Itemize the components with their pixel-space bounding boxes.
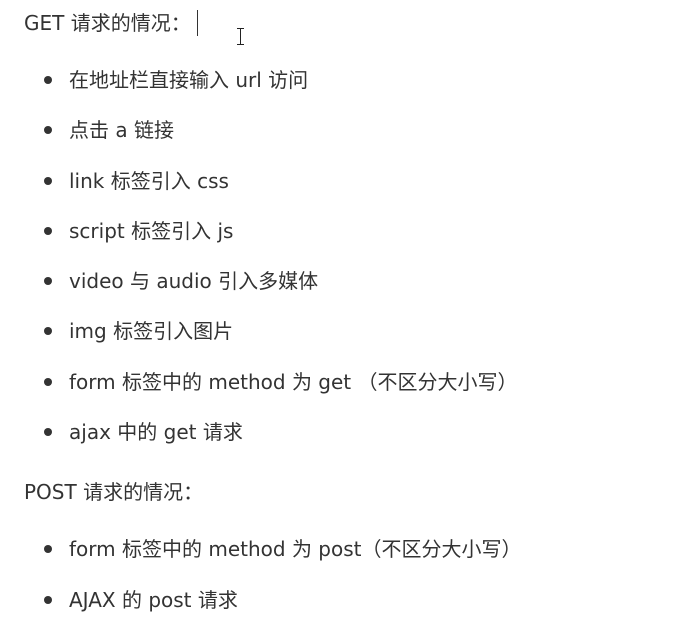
list-item-text: 点击 a 链接: [69, 118, 174, 143]
list-item-text: AJAX 的 post 请求: [69, 587, 238, 612]
list-item: AJAX 的 post 请求: [42, 586, 522, 637]
bullet-dot-icon: [44, 377, 52, 386]
ibeam-cursor-icon: [236, 28, 245, 45]
list-item: link 标签引入 css: [42, 167, 518, 217]
post-heading-text: POST 请求的情况：: [24, 480, 204, 504]
post-section-heading: POST 请求的情况：: [24, 478, 203, 506]
list-item: form 标签中的 method 为 get （不区分大小写）: [42, 368, 518, 418]
list-item-text: form 标签中的 method 为 post（不区分大小写）: [69, 537, 522, 561]
list-item: 点击 a 链接: [42, 116, 518, 166]
bullet-dot-icon: [44, 226, 52, 235]
list-item-text: link 标签引入 css: [69, 168, 229, 193]
bullet-dot-icon: [44, 327, 52, 336]
list-item: img 标签引入图片: [42, 317, 518, 367]
bullet-dot-icon: [44, 126, 52, 135]
list-item: script 标签引入 js: [42, 217, 518, 267]
get-heading-text: GET 请求的情况：: [24, 11, 191, 35]
list-item-text: script 标签引入 js: [69, 218, 234, 243]
list-item: ajax 中的 get 请求: [42, 418, 518, 468]
bullet-dot-icon: [44, 76, 52, 84]
bullet-dot-icon: [44, 595, 52, 604]
get-list: 在地址栏直接输入 url 访问 点击 a 链接 link 标签引入 css sc…: [42, 66, 518, 468]
list-item-text: ajax 中的 get 请求: [69, 420, 243, 445]
list-item-text: 在地址栏直接输入 url 访问: [69, 68, 309, 92]
post-list: form 标签中的 method 为 post（不区分大小写） AJAX 的 p…: [42, 535, 522, 636]
list-item-text: video 与 audio 引入多媒体: [69, 269, 319, 294]
bullet-dot-icon: [44, 277, 52, 286]
get-section-heading: GET 请求的情况：: [24, 9, 198, 38]
list-item: form 标签中的 method 为 post（不区分大小写）: [42, 535, 522, 586]
text-caret-icon: [196, 9, 198, 36]
list-item: 在地址栏直接输入 url 访问: [42, 66, 518, 116]
list-item-text: form 标签中的 method 为 get （不区分大小写）: [69, 369, 518, 394]
list-item: video 与 audio 引入多媒体: [42, 267, 518, 317]
bullet-dot-icon: [44, 545, 52, 553]
document-body[interactable]: GET 请求的情况： 在地址栏直接输入 url 访问 点击 a 链接 link …: [0, 0, 699, 637]
list-item-text: img 标签引入图片: [69, 319, 234, 344]
bullet-dot-icon: [44, 428, 52, 437]
bullet-dot-icon: [44, 176, 52, 185]
